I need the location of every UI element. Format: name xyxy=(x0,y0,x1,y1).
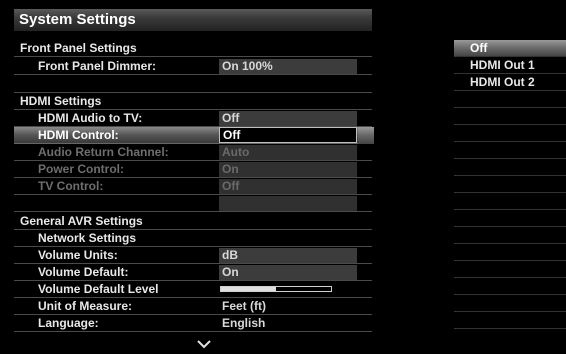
unit-of-measure-value[interactable]: Feet (ft) xyxy=(219,299,357,314)
network-settings-label: Network Settings xyxy=(38,231,137,245)
row-front-panel-dimmer[interactable]: Front Panel Dimmer: On 100% xyxy=(14,58,372,75)
selection-highlight-cap xyxy=(358,127,374,144)
unit-of-measure-label: Unit of Measure: xyxy=(38,299,133,313)
settings-menu: System Settings Front Panel Settings Fro… xyxy=(14,9,374,354)
volume-units-label: Volume Units: xyxy=(38,248,118,262)
option-label: Off xyxy=(470,41,488,55)
option-empty xyxy=(454,261,566,278)
option-empty xyxy=(454,142,566,159)
hdmi-control-options: Off HDMI Out 1 HDMI Out 2 xyxy=(454,40,566,354)
tv-control-value: Off xyxy=(219,179,357,194)
option-empty xyxy=(454,210,566,227)
option-off[interactable]: Off xyxy=(454,40,566,57)
option-empty xyxy=(454,295,566,312)
power-control-label: Power Control: xyxy=(38,162,124,176)
option-label: HDMI Out 2 xyxy=(470,75,535,89)
hdmi-control-label: HDMI Control: xyxy=(38,128,119,142)
hdmi-control-value[interactable]: Off xyxy=(219,127,357,143)
row-volume-default[interactable]: Volume Default: On xyxy=(14,264,372,281)
audio-return-channel-label: Audio Return Channel: xyxy=(38,145,169,159)
option-empty xyxy=(454,159,566,176)
volume-default-label: Volume Default: xyxy=(38,265,129,279)
front-panel-dimmer-value[interactable]: On 100% xyxy=(219,59,357,74)
row-tv-control: TV Control: Off xyxy=(14,178,372,195)
row-volume-default-level[interactable]: Volume Default Level xyxy=(14,281,372,298)
hdmi-audio-to-tv-label: HDMI Audio to TV: xyxy=(38,111,143,125)
row-hdmi-audio-to-tv[interactable]: HDMI Audio to TV: Off xyxy=(14,110,372,127)
row-language[interactable]: Language: English xyxy=(14,315,372,332)
section-header-front-panel: Front Panel Settings xyxy=(20,41,137,55)
spacer-row xyxy=(14,76,372,93)
empty-value-field xyxy=(219,196,357,211)
audio-return-channel-value: Auto xyxy=(219,145,357,160)
volume-default-level-slider[interactable] xyxy=(220,286,332,292)
title-bar: System Settings xyxy=(14,9,372,31)
option-empty xyxy=(454,312,566,329)
option-empty xyxy=(454,91,566,108)
option-empty xyxy=(454,108,566,125)
row-power-control: Power Control: On xyxy=(14,161,372,178)
row-unit-of-measure[interactable]: Unit of Measure: Feet (ft) xyxy=(14,298,372,315)
option-empty xyxy=(454,244,566,261)
option-empty xyxy=(454,193,566,210)
page-title: System Settings xyxy=(19,11,136,28)
section-hdmi: HDMI Settings xyxy=(14,93,372,110)
language-label: Language: xyxy=(38,316,99,330)
row-network-settings[interactable]: Network Settings xyxy=(14,230,372,247)
section-header-hdmi: HDMI Settings xyxy=(20,94,102,108)
section-general-avr: General AVR Settings xyxy=(14,213,372,230)
volume-default-level-label: Volume Default Level xyxy=(38,282,159,296)
section-front-panel: Front Panel Settings xyxy=(14,40,372,57)
option-empty xyxy=(454,125,566,142)
option-empty xyxy=(454,176,566,193)
volume-default-value[interactable]: On xyxy=(219,265,357,280)
power-control-value: On xyxy=(219,162,357,177)
row-audio-return-channel: Audio Return Channel: Auto xyxy=(14,144,372,161)
row-volume-units[interactable]: Volume Units: dB xyxy=(14,247,372,264)
slider-fill xyxy=(221,287,276,291)
option-label: HDMI Out 1 xyxy=(470,58,535,72)
front-panel-dimmer-label: Front Panel Dimmer: xyxy=(38,59,157,73)
option-empty xyxy=(454,278,566,295)
system-settings-screen: System Settings Front Panel Settings Fro… xyxy=(0,0,566,354)
volume-units-value[interactable]: dB xyxy=(219,248,357,263)
section-header-general-avr: General AVR Settings xyxy=(20,214,143,228)
language-value[interactable]: English xyxy=(219,316,357,331)
row-hdmi-control[interactable]: HDMI Control: Off xyxy=(14,127,374,144)
option-hdmi-out-2[interactable]: HDMI Out 2 xyxy=(454,74,566,91)
option-empty xyxy=(454,227,566,244)
chevron-down-icon[interactable] xyxy=(196,339,212,349)
hdmi-audio-to-tv-value[interactable]: Off xyxy=(219,111,357,126)
tv-control-label: TV Control: xyxy=(38,179,104,193)
spacer-row xyxy=(14,195,372,212)
option-hdmi-out-1[interactable]: HDMI Out 1 xyxy=(454,57,566,74)
